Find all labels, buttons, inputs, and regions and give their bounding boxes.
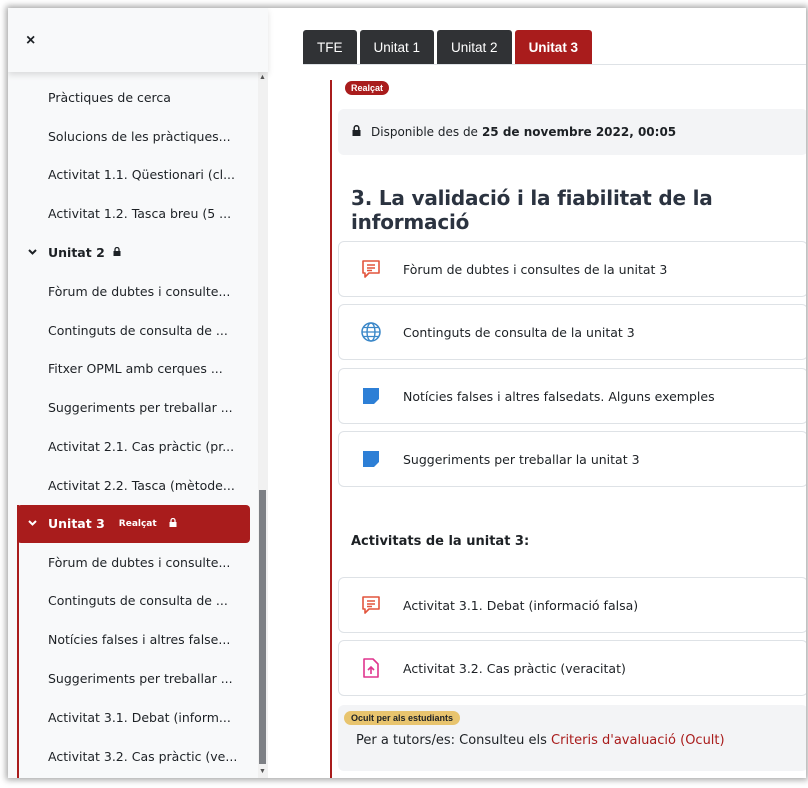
activity-forum[interactable]: Activitat 3.1. Debat (informació falsa) bbox=[338, 577, 806, 633]
activity-label: Continguts de consulta de la unitat 3 bbox=[403, 324, 635, 340]
highlight-badge: Realçat bbox=[118, 518, 157, 529]
tab-unitat-2[interactable]: Unitat 2 bbox=[437, 30, 512, 64]
activity-page[interactable]: Suggeriments per treballar la unitat 3 bbox=[338, 431, 806, 487]
assignment-icon bbox=[339, 657, 403, 679]
section-label: Unitat 2 bbox=[48, 245, 105, 261]
course-index-list: Pràctiques de cerca Solucions de les prà… bbox=[8, 78, 258, 776]
section-highlight-bar bbox=[17, 505, 19, 778]
chevron-down-icon[interactable] bbox=[28, 518, 48, 529]
course-index-item[interactable]: Activitat 2.1. Cas pràctic (pr... bbox=[8, 427, 258, 466]
section-highlight-bar bbox=[330, 80, 332, 778]
forum-icon bbox=[339, 258, 403, 280]
window-frame: × Pràctiques de cerca Solucions de les p… bbox=[8, 8, 806, 778]
hidden-label-block: Ocult per als estudiants Per a tutors/es… bbox=[338, 705, 806, 771]
course-index-item[interactable]: Pràctiques de cerca bbox=[8, 78, 258, 117]
section-label: Unitat 3 bbox=[48, 516, 105, 532]
tab-unitat-1[interactable]: Unitat 1 bbox=[359, 30, 435, 64]
course-index-item[interactable]: Continguts de consulta de ... bbox=[8, 311, 258, 350]
scroll-up-icon[interactable]: ▲ bbox=[259, 74, 266, 81]
tab-divider bbox=[303, 64, 806, 65]
highlight-badge: Realçat bbox=[345, 81, 390, 95]
course-index-item[interactable]: Activitat 1.2. Tasca breu (5 ... bbox=[8, 194, 258, 233]
lock-icon bbox=[169, 517, 177, 530]
availability-notice: Disponible des de 25 de novembre 2022, 0… bbox=[338, 109, 806, 155]
course-index-item[interactable]: Continguts de consulta de ... bbox=[8, 582, 258, 621]
hidden-text-prefix: Per a tutors/es: Consulteu els bbox=[356, 733, 547, 748]
activity-label: Suggeriments per treballar la unitat 3 bbox=[403, 451, 640, 467]
course-index-item[interactable]: Activitat 3.1. Debat (inform... bbox=[8, 698, 258, 737]
availability-prefix: Disponible des de bbox=[371, 125, 478, 139]
course-index-item[interactable]: Activitat 3.2. Cas pràctic (ve... bbox=[8, 737, 258, 776]
globe-icon bbox=[339, 321, 403, 343]
course-index-item[interactable]: Solucions de les pràctiques... bbox=[8, 117, 258, 156]
page-icon bbox=[339, 449, 403, 469]
course-index-item[interactable]: Activitat 2.2. Tasca (mètode... bbox=[8, 466, 258, 505]
hidden-text: Per a tutors/es: Consulteu els Criteris … bbox=[356, 733, 725, 748]
hidden-badge: Ocult per als estudiants bbox=[344, 711, 461, 725]
course-index-item[interactable]: Suggeriments per treballar ... bbox=[8, 388, 258, 427]
activity-url[interactable]: Continguts de consulta de la unitat 3 bbox=[338, 304, 806, 360]
unit-tabs: TFE Unitat 1 Unitat 2 Unitat 3 bbox=[303, 30, 593, 64]
forum-icon bbox=[339, 594, 403, 616]
activity-assignment[interactable]: Activitat 3.2. Cas pràctic (veracitat) bbox=[338, 640, 806, 696]
main-content: TFE Unitat 1 Unitat 2 Unitat 3 Realçat D… bbox=[268, 8, 806, 778]
section-title: 3. La validació i la fiabilitat de la in… bbox=[351, 186, 713, 234]
drawer-header: × bbox=[8, 8, 268, 72]
section-unitat-2[interactable]: Unitat 2 bbox=[8, 233, 258, 272]
scrollbar-thumb[interactable] bbox=[259, 490, 266, 764]
lock-icon bbox=[113, 246, 121, 259]
activity-label: Fòrum de dubtes i consultes de la unitat… bbox=[403, 261, 668, 277]
tab-tfe[interactable]: TFE bbox=[303, 30, 357, 64]
scroll-down-icon[interactable]: ▼ bbox=[259, 768, 266, 775]
course-index-item[interactable]: Activitat 1.1. Qüestionari (cl... bbox=[8, 156, 258, 195]
criteria-link[interactable]: Criteris d'avaluació (Ocult) bbox=[551, 733, 725, 748]
activities-heading: Activitats de la unitat 3: bbox=[351, 534, 530, 549]
activity-forum[interactable]: Fòrum de dubtes i consultes de la unitat… bbox=[338, 241, 806, 297]
activity-label: Notícies falses i altres falsedats. Algu… bbox=[403, 388, 715, 404]
activity-label: Activitat 3.2. Cas pràctic (veracitat) bbox=[403, 660, 626, 676]
page-icon bbox=[339, 386, 403, 406]
course-index-item[interactable]: Fòrum de dubtes i consulte... bbox=[8, 272, 258, 311]
course-index-item[interactable]: Suggeriments per treballar ... bbox=[8, 659, 258, 698]
course-index-item[interactable]: Fòrum de dubtes i consulte... bbox=[8, 543, 258, 582]
close-drawer-button[interactable]: × bbox=[26, 32, 35, 50]
course-index-item[interactable]: Notícies falses i altres false... bbox=[8, 620, 258, 659]
chevron-down-icon[interactable] bbox=[28, 247, 48, 258]
lock-icon bbox=[352, 124, 361, 139]
course-index-item[interactable]: Fitxer OPML amb cerques ... bbox=[8, 350, 258, 389]
activity-label: Activitat 3.1. Debat (informació falsa) bbox=[403, 597, 639, 613]
course-index-drawer: × Pràctiques de cerca Solucions de les p… bbox=[8, 8, 268, 778]
availability-date: 25 de novembre 2022, 00:05 bbox=[481, 125, 677, 139]
tab-unitat-3[interactable]: Unitat 3 bbox=[514, 30, 593, 64]
activity-page[interactable]: Notícies falses i altres falsedats. Algu… bbox=[338, 368, 806, 424]
section-unitat-3[interactable]: Unitat 3 Realçat bbox=[17, 504, 250, 543]
